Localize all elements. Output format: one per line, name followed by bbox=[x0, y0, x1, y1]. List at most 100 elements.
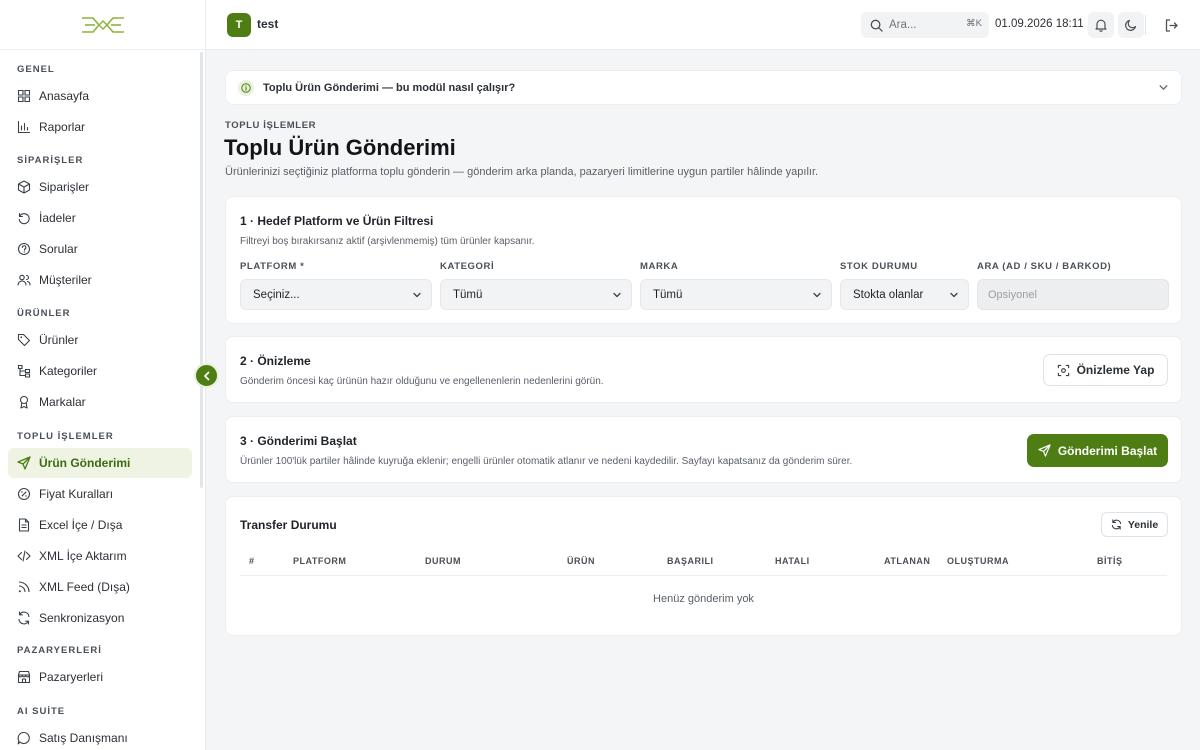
category-select[interactable]: Tümü bbox=[440, 279, 632, 310]
sidebar-item-label: Excel İçe / Dışa bbox=[39, 518, 123, 532]
product-search-input[interactable] bbox=[977, 279, 1169, 310]
workspace-avatar[interactable]: T bbox=[227, 13, 251, 37]
refresh-label: Yenile bbox=[1127, 518, 1159, 531]
preview-button[interactable]: Önizleme Yap bbox=[1043, 354, 1168, 386]
stock-select-value: Stokta olanlar bbox=[853, 288, 924, 301]
grid-icon bbox=[17, 89, 31, 103]
search-input[interactable] bbox=[889, 19, 959, 31]
sidebar-item-label: Satış Danışmanı bbox=[39, 731, 128, 745]
box-icon bbox=[17, 180, 31, 194]
col-skipped: ATLANAN bbox=[884, 556, 931, 566]
sidebar-section-title: PAZARYERLERİ bbox=[17, 645, 102, 656]
step2-title: 2 · Önizleme bbox=[240, 354, 311, 368]
sidebar-item-xml-feed-dışa-[interactable]: XML Feed (Dışa) bbox=[8, 572, 192, 602]
scan-icon bbox=[1057, 364, 1069, 376]
sidebar-item-label: İadeler bbox=[39, 211, 76, 225]
start-transfer-label: Gönderimi Başlat bbox=[1057, 443, 1158, 458]
sidebar-item-siparişler[interactable]: Siparişler bbox=[8, 172, 192, 202]
tag-icon bbox=[17, 333, 31, 347]
bar-chart-icon bbox=[17, 120, 31, 134]
sidebar-item-label: Müşteriler bbox=[39, 273, 92, 287]
send-icon bbox=[17, 456, 31, 470]
brand-logo[interactable] bbox=[0, 0, 205, 50]
chevron-down-icon bbox=[1159, 85, 1168, 90]
logout-icon bbox=[1165, 18, 1178, 32]
start-transfer-button[interactable]: Gönderimi Başlat bbox=[1027, 434, 1168, 467]
platform-select[interactable]: Seçiniz... bbox=[240, 279, 432, 310]
sidebar-item-raporlar[interactable]: Raporlar bbox=[8, 112, 192, 142]
sidebar-item-pazaryerleri[interactable]: Pazaryerleri bbox=[8, 662, 192, 692]
theme-toggle-button[interactable] bbox=[1118, 12, 1144, 38]
code-icon bbox=[17, 549, 31, 563]
sidebar-item-sorular[interactable]: Sorular bbox=[8, 234, 192, 264]
page-eyebrow: TOPLU İŞLEMLER bbox=[225, 120, 317, 131]
sidebar-item-kategoriler[interactable]: Kategoriler bbox=[8, 356, 192, 386]
stock-select[interactable]: Stokta olanlar bbox=[840, 279, 969, 310]
sidebar-section-title: SİPARİŞLER bbox=[17, 155, 84, 166]
global-search[interactable]: ⌘K bbox=[861, 12, 989, 38]
sidebar-item-xml-i-çe-aktarım[interactable]: XML İçe Aktarım bbox=[8, 541, 192, 571]
workspace-name[interactable]: test bbox=[257, 17, 278, 31]
store-icon bbox=[17, 670, 31, 684]
preview-button-label: Önizleme Yap bbox=[1076, 363, 1155, 377]
table-header-divider bbox=[240, 575, 1167, 576]
sidebar-item-label: Sorular bbox=[39, 242, 78, 256]
sidebar-item-label: XML İçe Aktarım bbox=[39, 549, 127, 563]
search-icon bbox=[870, 19, 883, 32]
col-failed: HATALI bbox=[775, 556, 810, 566]
send-icon bbox=[1038, 444, 1051, 457]
brand-select[interactable]: Tümü bbox=[640, 279, 832, 310]
chevron-down-icon bbox=[950, 292, 958, 298]
sidebar-item-label: Senkronizasyon bbox=[39, 611, 125, 625]
step3-title: 3 · Gönderimi Başlat bbox=[240, 434, 357, 448]
step2-preview-card: 2 · Önizleme Gönderim öncesi kaç ürünün … bbox=[225, 336, 1182, 403]
sidebar-item-label: Fiyat Kuralları bbox=[39, 487, 114, 501]
chevron-down-icon bbox=[813, 292, 821, 298]
transfer-status-card: Transfer Durumu Yenile # PLATFORM DURUM … bbox=[225, 496, 1182, 636]
col-status: DURUM bbox=[425, 556, 461, 566]
logo-icon bbox=[81, 16, 124, 33]
step3-subtitle: Ürünler 100'lük partiler hâlinde kuyruğa… bbox=[240, 456, 853, 467]
sidebar-item-label: Raporlar bbox=[39, 120, 86, 134]
sidebar-item-label: Anasayfa bbox=[39, 89, 90, 103]
category-select-value: Tümü bbox=[453, 288, 483, 301]
empty-state: Henüz gönderim yok bbox=[653, 593, 754, 605]
page-subtitle: Ürünlerinizi seçtiğiniz platforma toplu … bbox=[225, 166, 819, 178]
sidebar-item-markalar[interactable]: Markalar bbox=[8, 387, 192, 417]
brand-label: MARKA bbox=[640, 261, 679, 272]
chat-icon bbox=[17, 731, 31, 745]
current-datetime: 01.09.2026 18:11 bbox=[995, 18, 1084, 30]
sidebar-collapse-button[interactable] bbox=[194, 363, 219, 388]
header-divider bbox=[1145, 15, 1146, 35]
step1-filter-card: 1 · Hedef Platform ve Ürün Filtresi Filt… bbox=[225, 196, 1182, 324]
moon-icon bbox=[1125, 19, 1137, 31]
col-created: OLUŞTURMA bbox=[947, 556, 1009, 566]
sidebar-scrollbar[interactable] bbox=[200, 52, 203, 488]
sidebar-item-excel-i-çe-dışa[interactable]: Excel İçe / Dışa bbox=[8, 510, 192, 540]
sidebar-section-title: AI SUİTE bbox=[17, 706, 66, 717]
chevron-down-icon bbox=[613, 292, 621, 298]
refresh-button[interactable]: Yenile bbox=[1101, 512, 1168, 537]
sidebar-item-ürün-gönderimi[interactable]: Ürün Gönderimi bbox=[8, 448, 192, 478]
sidebar-item-label: Ürünler bbox=[39, 333, 79, 347]
sidebar-item-satış-danışmanı[interactable]: Satış Danışmanı bbox=[8, 723, 192, 750]
file-icon bbox=[17, 518, 31, 532]
sidebar-item-fiyat-kuralları[interactable]: Fiyat Kuralları bbox=[8, 479, 192, 509]
sidebar-item-anasayfa[interactable]: Anasayfa bbox=[8, 81, 192, 111]
logout-button[interactable] bbox=[1158, 12, 1184, 38]
sync-icon bbox=[17, 611, 31, 625]
module-help-accordion[interactable]: Toplu Ürün Gönderimi — bu modül nasıl ça… bbox=[225, 70, 1182, 105]
brand-select-value: Tümü bbox=[653, 288, 683, 301]
sidebar-item-i-adeler[interactable]: İadeler bbox=[8, 203, 192, 233]
sidebar-item-ürünler[interactable]: Ürünler bbox=[8, 325, 192, 355]
platform-select-value: Seçiniz... bbox=[253, 288, 300, 301]
help-circle-icon bbox=[17, 242, 31, 256]
notifications-button[interactable] bbox=[1088, 12, 1114, 38]
sidebar-item-müşteriler[interactable]: Müşteriler bbox=[8, 265, 192, 295]
sidebar-item-label: Markalar bbox=[39, 395, 86, 409]
tree-icon bbox=[17, 364, 31, 378]
sidebar-item-label: XML Feed (Dışa) bbox=[39, 580, 130, 594]
page-title: Toplu Ürün Gönderimi bbox=[224, 135, 456, 160]
sidebar-item-senkronizasyon[interactable]: Senkronizasyon bbox=[8, 603, 192, 633]
category-label: KATEGORİ bbox=[440, 261, 495, 272]
